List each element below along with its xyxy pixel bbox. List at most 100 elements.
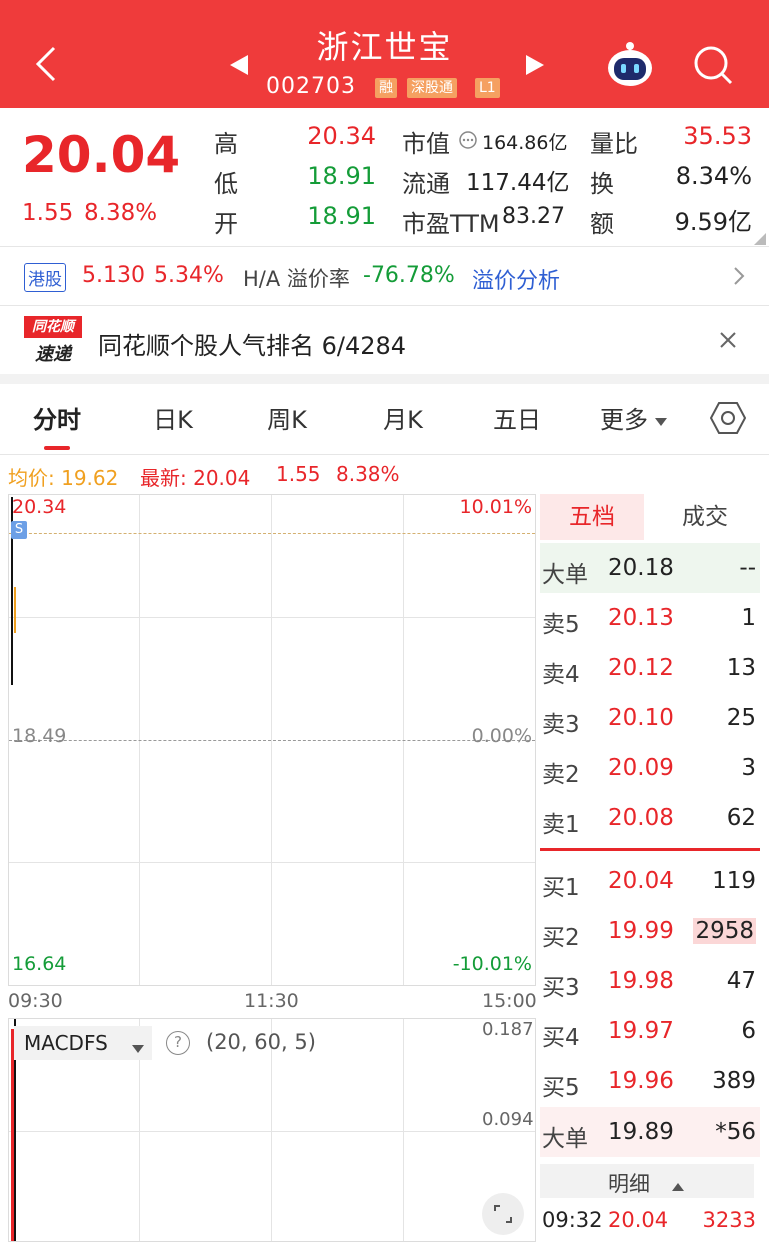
bid-vol: 389 [712, 1068, 756, 1094]
pe-label: 市盈TTM [402, 210, 500, 238]
orderbook-tabs: 五档 成交 [540, 494, 760, 540]
close-icon[interactable] [718, 330, 738, 354]
ths-logo: 同花顺 速递 [24, 316, 82, 365]
settings-icon[interactable] [709, 400, 747, 440]
fullscreen-icon[interactable] [482, 1193, 524, 1235]
info-icon[interactable] [458, 130, 478, 154]
trade-vol: 3233 [702, 1208, 756, 1232]
ask-row[interactable]: 卖2 20.09 3 [540, 743, 760, 793]
mktcap-value: 164.86亿 [482, 132, 568, 154]
macd-selector-label: MACDFS [24, 1031, 108, 1055]
logo-bottom-text: 速递 [35, 344, 71, 365]
big-sell-row: 大单 20.18 -- [540, 543, 760, 593]
ask-price: 20.08 [608, 805, 674, 831]
big-buy-vol: *56 [715, 1119, 756, 1145]
ask-price: 20.10 [608, 705, 674, 731]
amount-label: 额 [590, 210, 614, 238]
big-buy-row: 大单 19.89 *56 [540, 1107, 760, 1157]
grid-line [403, 1019, 404, 1241]
ask-label: 卖4 [542, 662, 580, 688]
bid-row[interactable]: 买5 19.96 389 [540, 1056, 760, 1106]
latest-price-label: 最新: 20.04 [140, 466, 251, 490]
logo-top-text: 同花顺 [24, 316, 82, 338]
tab-trades[interactable]: 成交 [650, 494, 760, 540]
bid-row[interactable]: 买4 19.97 6 [540, 1006, 760, 1056]
high-value: 20.34 [307, 122, 376, 150]
badge-margin: 融 [375, 78, 397, 98]
ask-label: 卖3 [542, 712, 580, 738]
vol-ratio-label: 量比 [590, 130, 638, 158]
chevron-down-icon[interactable] [654, 412, 668, 431]
bid-row[interactable]: 买2 19.99 2958 [540, 906, 760, 956]
price-change: 1.55 [22, 200, 74, 226]
tab-active-indicator [44, 446, 70, 450]
robot-assistant-icon[interactable] [604, 40, 656, 94]
premium-analysis-link[interactable]: 溢价分析 [472, 263, 560, 295]
bid-row[interactable]: 买3 19.98 47 [540, 956, 760, 1006]
tab-intraday[interactable]: 分时 [24, 400, 90, 435]
search-icon[interactable] [692, 44, 734, 90]
ask-price: 20.09 [608, 755, 674, 781]
bid-vol: 119 [712, 868, 756, 894]
ask-label: 卖5 [542, 612, 580, 638]
tab-monthly-k[interactable]: 月K [370, 400, 436, 435]
next-stock-icon[interactable] [524, 54, 546, 80]
ask-row[interactable]: 卖3 20.10 25 [540, 693, 760, 743]
detail-header[interactable]: 明细 [540, 1164, 754, 1198]
ask-label: 卖2 [542, 762, 580, 788]
ask-row[interactable]: 卖4 20.12 13 [540, 643, 760, 693]
s-marker[interactable]: S [11, 521, 27, 539]
ask-vol: 3 [741, 755, 756, 781]
big-sell-label: 大单 [542, 562, 588, 588]
spread-divider [540, 848, 760, 851]
ask-row[interactable]: 卖5 20.13 1 [540, 593, 760, 643]
grid-line [9, 1131, 535, 1132]
y-axis-top: 20.34 [12, 496, 67, 518]
mktcap-label: 市值 [402, 130, 450, 158]
bid-price: 19.99 [608, 918, 674, 944]
ask-vol: 62 [726, 805, 756, 831]
tab-daily-k[interactable]: 日K [140, 400, 206, 435]
popularity-notice[interactable]: 同花顺 速递 同花顺个股人气排名 6/4284 [0, 306, 769, 374]
chevron-right-icon[interactable] [732, 265, 746, 291]
bid-row[interactable]: 买1 20.04 119 [540, 856, 760, 906]
macd-selector[interactable]: MACDFS [14, 1026, 152, 1060]
tab-five-levels[interactable]: 五档 [540, 494, 644, 540]
tab-weekly-k[interactable]: 周K [254, 400, 320, 435]
latest-pct: 8.38% [336, 462, 400, 486]
hk-tag: 港股 [24, 263, 66, 292]
amount-value: 9.59亿 [674, 208, 752, 236]
bid-price: 19.98 [608, 968, 674, 994]
premium-label: H/A 溢价率 [243, 267, 350, 291]
premium-value: -76.78% [363, 263, 455, 288]
divider [0, 454, 769, 455]
big-sell-vol: -- [739, 555, 756, 581]
ask-price: 20.13 [608, 605, 674, 631]
tab-more[interactable]: 更多 [594, 400, 654, 435]
high-limit-line [9, 533, 535, 534]
trade-time: 09:32 [542, 1208, 603, 1232]
avg-line [14, 587, 16, 633]
current-price: 20.04 [22, 126, 181, 184]
section-gap [0, 374, 769, 384]
avg-price-label: 均价: 19.62 [8, 466, 119, 490]
ask-row[interactable]: 卖1 20.08 62 [540, 793, 760, 843]
hk-row[interactable]: 港股 5.130 5.34% H/A 溢价率 -76.78% 溢价分析 [0, 247, 769, 305]
trade-price: 20.04 [608, 1208, 669, 1232]
macd-params: (20, 60, 5) [206, 1030, 316, 1054]
time-start: 09:30 [8, 990, 63, 1012]
ask-vol: 13 [726, 655, 756, 681]
open-label: 开 [214, 210, 238, 238]
low-label: 低 [214, 170, 238, 198]
pct-axis-mid: 0.00% [471, 725, 532, 747]
bid-label: 买4 [542, 1025, 580, 1051]
tab-five-day[interactable]: 五日 [484, 400, 550, 435]
last-trade-row: 09:32 20.04 3233 [540, 1208, 760, 1238]
bid-price: 20.04 [608, 868, 674, 894]
help-icon[interactable]: ? [166, 1031, 190, 1055]
stock-code: 002703 [266, 74, 356, 99]
bid-vol: 47 [726, 968, 756, 994]
macd-y-mid: 0.094 [482, 1109, 534, 1130]
float-label: 流通 [402, 170, 450, 198]
bid-vol: 2958 [693, 918, 756, 944]
